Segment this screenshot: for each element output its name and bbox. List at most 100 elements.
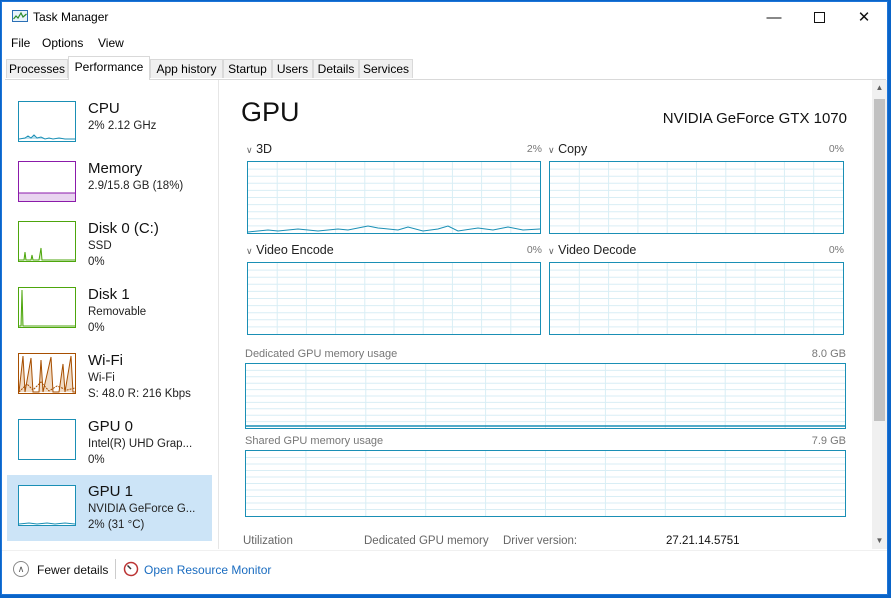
sidebar-item-usage: 0% <box>88 454 105 466</box>
tab-app-history[interactable]: App history <box>150 59 223 78</box>
engine-video-encode-percent: 0% <box>526 244 542 256</box>
disk0-mini-graph <box>18 221 76 262</box>
graph-grid <box>246 451 845 516</box>
chevron-down-icon: ∨ <box>548 246 555 256</box>
sidebar-item-detail: Removable <box>88 306 147 318</box>
tab-processes[interactable]: Processes <box>6 59 68 78</box>
close-button[interactable]: ✕ <box>841 2 887 32</box>
wifi-mini-graph <box>18 353 76 394</box>
open-resource-monitor-link[interactable]: Open Resource Monitor <box>144 563 271 577</box>
engine-copy-graph <box>549 161 844 234</box>
utilization-label: Utilization <box>243 535 293 547</box>
dedicated-memory-graph <box>245 363 846 429</box>
gpu0-mini-graph <box>18 419 76 460</box>
cpu-mini-graph <box>18 101 76 142</box>
engine-video-decode-percent: 0% <box>828 244 844 256</box>
driver-version-label: Driver version: <box>503 535 578 547</box>
task-manager-app-icon <box>12 10 28 22</box>
footer-bar: ∧ Fewer details Open Resource Monitor <box>2 550 887 594</box>
menu-options[interactable]: Options <box>42 36 83 50</box>
engine-3d-percent: 2% <box>526 143 542 155</box>
gpu-model-name: NVIDIA GeForce GTX 1070 <box>662 110 847 127</box>
sidebar-item-detail: Wi-Fi <box>88 372 115 384</box>
sidebar-item-disk-0[interactable]: Disk 0 (C:) SSD 0% <box>7 217 212 283</box>
graph-grid <box>550 162 843 233</box>
tab-strip: Processes Performance App history Startu… <box>5 56 886 80</box>
sidebar-item-memory[interactable]: Memory 2.9/15.8 GB (18%) <box>7 157 212 223</box>
title-bar[interactable]: Task Manager — ✕ <box>2 2 887 32</box>
engine-copy-percent: 0% <box>828 143 844 155</box>
sidebar-item-disk-1[interactable]: Disk 1 Removable 0% <box>7 283 212 349</box>
sidebar-item-name: GPU 0 <box>88 418 134 435</box>
vertical-scrollbar[interactable]: ▲ ▼ <box>872 80 887 549</box>
sidebar-item-name: Wi-Fi <box>88 352 123 369</box>
sidebar-item-usage: 0% <box>88 256 105 268</box>
fewer-details-button[interactable]: Fewer details <box>37 563 108 577</box>
engine-video-encode-graph <box>247 262 541 335</box>
engine-video-decode-label[interactable]: ∨ Video Decode <box>548 243 636 257</box>
sidebar-item-name: GPU 1 <box>88 483 134 500</box>
engine-label-text: Copy <box>558 142 588 156</box>
shared-memory-max: 7.9 GB <box>811 435 846 447</box>
tab-performance[interactable]: Performance <box>68 56 150 80</box>
scrollbar-thumb[interactable] <box>874 99 885 421</box>
page-title: GPU <box>241 97 300 127</box>
shared-memory-label: Shared GPU memory usage <box>245 435 384 447</box>
dedicated-memory-max: 8.0 GB <box>811 348 846 360</box>
menu-bar: File Options View <box>2 32 887 54</box>
driver-version-value: 27.21.14.5751 <box>666 535 740 547</box>
scroll-up-arrow-icon[interactable]: ▲ <box>872 80 887 96</box>
window-title: Task Manager <box>33 10 109 24</box>
engine-label-text: Video Decode <box>558 243 637 257</box>
disk1-mini-graph <box>18 287 76 328</box>
tab-details[interactable]: Details <box>313 59 359 78</box>
engine-3d-graph <box>247 161 541 234</box>
minimize-button[interactable]: — <box>751 2 797 32</box>
tab-startup[interactable]: Startup <box>223 59 272 78</box>
sidebar-item-detail: Intel(R) UHD Grap... <box>88 438 193 450</box>
memory-mini-graph <box>18 161 76 202</box>
dedicated-memory-stat-label: Dedicated GPU memory <box>364 535 489 547</box>
graph-grid <box>550 263 843 334</box>
engine-label-text: 3D <box>256 142 273 156</box>
engine-copy-label[interactable]: ∨ Copy <box>548 142 587 156</box>
maximize-button[interactable] <box>796 2 842 32</box>
gpu-detail-pane: GPU NVIDIA GeForce GTX 1070 ∨ 3D 2% ∨ Co… <box>224 80 872 549</box>
engine-3d-label[interactable]: ∨ 3D <box>246 142 272 156</box>
sidebar-item-name: Disk 0 (C:) <box>88 220 159 237</box>
sidebar-item-detail: 2.9/15.8 GB (18%) <box>88 180 184 192</box>
sidebar-item-usage: S: 48.0 R: 216 Kbps <box>88 388 191 400</box>
engine-video-encode-label[interactable]: ∨ Video Encode <box>246 243 334 257</box>
shared-memory-graph <box>245 450 846 517</box>
sidebar-item-gpu-0[interactable]: GPU 0 Intel(R) UHD Grap... 0% <box>7 415 212 481</box>
engine-video-decode-graph <box>549 262 844 335</box>
close-icon: ✕ <box>857 9 871 26</box>
sidebar-item-name: Memory <box>88 160 143 177</box>
scroll-down-arrow-icon[interactable]: ▼ <box>872 533 887 549</box>
engine-label-text: Video Encode <box>256 243 334 257</box>
chevron-up-icon[interactable]: ∧ <box>13 561 29 577</box>
graph-grid <box>248 162 540 233</box>
minimize-icon: — <box>766 8 782 26</box>
sidebar-item-usage: 2% (31 °C) <box>88 519 145 531</box>
sidebar-item-usage: 0% <box>88 322 105 334</box>
resource-sidebar: CPU 2% 2.12 GHz Memory 2.9/15.8 GB (18%) <box>2 80 219 549</box>
task-manager-window: Task Manager — ✕ File Options View Proce… <box>1 1 888 595</box>
sidebar-item-cpu[interactable]: CPU 2% 2.12 GHz <box>7 97 212 163</box>
sidebar-item-detail: 2% 2.12 GHz <box>88 120 157 132</box>
sidebar-item-gpu-1[interactable]: GPU 1 NVIDIA GeForce G... 2% (31 °C) <box>7 475 212 541</box>
sidebar-item-detail: SSD <box>88 240 112 252</box>
chevron-down-icon: ∨ <box>548 145 555 155</box>
chevron-down-icon: ∨ <box>246 145 253 155</box>
graph-grid <box>248 263 540 334</box>
footer-divider <box>115 559 116 579</box>
gpu1-mini-graph <box>18 485 76 526</box>
tab-users[interactable]: Users <box>272 59 313 78</box>
sidebar-item-name: Disk 1 <box>88 286 130 303</box>
menu-view[interactable]: View <box>98 36 124 50</box>
performance-content: CPU 2% 2.12 GHz Memory 2.9/15.8 GB (18%) <box>2 80 887 549</box>
menu-file[interactable]: File <box>11 36 30 50</box>
maximize-icon <box>813 11 825 23</box>
sidebar-item-wifi[interactable]: Wi-Fi Wi-Fi S: 48.0 R: 216 Kbps <box>7 349 212 415</box>
tab-services[interactable]: Services <box>359 59 413 78</box>
